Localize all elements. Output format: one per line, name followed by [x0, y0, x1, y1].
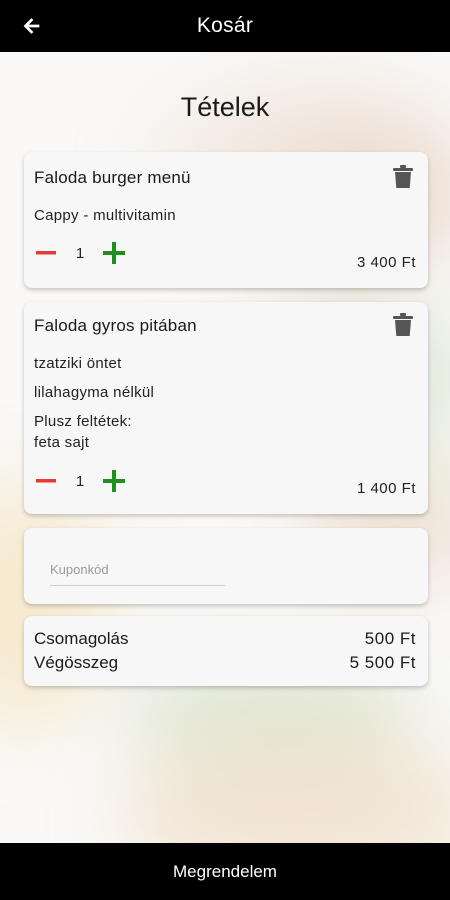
coupon-card [24, 528, 428, 604]
decrease-quantity-button[interactable] [34, 469, 58, 493]
item-name: Faloda burger menü [34, 168, 191, 187]
decrease-quantity-button[interactable] [34, 241, 58, 265]
item-price: 3 400 Ft [356, 254, 416, 271]
total-value: 5 500 Ft [349, 653, 416, 672]
place-order-label: Megrendelem [173, 861, 277, 881]
minus-icon [36, 479, 56, 483]
item-option: feta sajt [34, 434, 90, 451]
app-header: Kosár [0, 0, 450, 52]
quantity-value: 1 [75, 244, 85, 262]
item-name: Faloda gyros pitában [34, 316, 197, 335]
cart-item-1: Faloda burger menü Cappy - multivitamin … [24, 152, 428, 288]
plus-icon [103, 470, 125, 492]
summary-card: Csomagolás 500 Ft Végösszeg 5 500 Ft [24, 616, 428, 686]
trash-icon [393, 165, 413, 188]
header-title: Kosár [196, 14, 254, 37]
quantity-value: 1 [75, 472, 85, 490]
delete-item-button[interactable] [392, 312, 414, 338]
total-label: Végösszeg [34, 653, 119, 672]
packaging-value: 500 Ft [364, 629, 416, 648]
increase-quantity-button[interactable] [102, 241, 126, 265]
packaging-label: Csomagolás [34, 629, 129, 648]
delete-item-button[interactable] [392, 164, 414, 190]
item-option: Cappy - multivitamin [34, 207, 176, 224]
place-order-button[interactable]: Megrendelem [0, 843, 450, 900]
item-option: Plusz feltétek: [34, 413, 132, 430]
item-price: 1 400 Ft [356, 480, 416, 497]
quantity-stepper: 1 [34, 468, 126, 494]
arrow-left-icon [23, 18, 40, 34]
minus-icon [36, 251, 56, 255]
cart-item-2: Faloda gyros pitában tzatziki öntet lila… [24, 302, 428, 514]
page-title: Tételek [180, 92, 270, 122]
back-button[interactable] [18, 12, 46, 40]
item-option: tzatziki öntet [34, 355, 122, 372]
quantity-stepper: 1 [34, 240, 126, 266]
increase-quantity-button[interactable] [102, 469, 126, 493]
plus-icon [103, 242, 125, 264]
trash-icon [393, 313, 413, 336]
item-option: lilahagyma nélkül [34, 384, 155, 401]
coupon-input[interactable] [50, 554, 225, 586]
